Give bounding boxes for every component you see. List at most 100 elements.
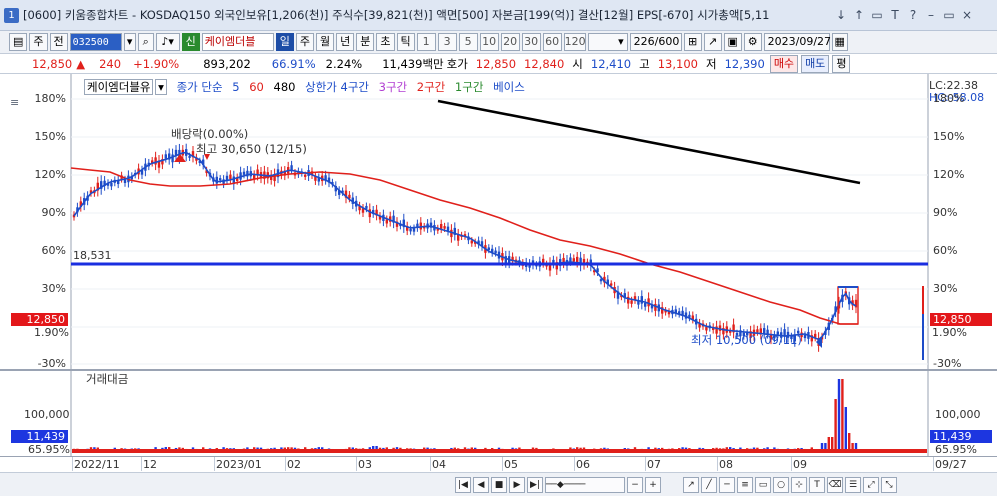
period-month[interactable]: 월: [316, 33, 335, 51]
price-chart[interactable]: [0, 74, 997, 370]
circle-tool-icon[interactable]: ○: [773, 476, 789, 493]
date-field[interactable]: 2023/09/27: [763, 33, 831, 51]
window-title: [0600] 키움종합차트 - KOSDAQ150 외국인보유[1,206(천)…: [23, 8, 770, 22]
close-icon[interactable]: ×: [959, 7, 975, 23]
zoom-in-icon[interactable]: +: [645, 476, 661, 493]
stock-code-input[interactable]: [69, 33, 122, 51]
interval-60[interactable]: 60: [542, 33, 562, 51]
next-icon[interactable]: ▶: [509, 476, 525, 493]
interval-custom-field[interactable]: ▾: [587, 33, 628, 51]
legend-stock[interactable]: 케이엠더블유: [84, 79, 154, 95]
save-icon[interactable]: ▣: [723, 33, 742, 51]
right-price-tag: 12,850: [930, 313, 992, 326]
candle-body: [487, 247, 490, 250]
stock-name-field[interactable]: 케이엠더블: [201, 33, 274, 51]
candle-body: [572, 258, 575, 262]
maximize-icon[interactable]: ▭: [941, 7, 957, 23]
volume-chart[interactable]: [0, 370, 997, 457]
last-icon[interactable]: ▶|: [527, 476, 543, 493]
eval-button[interactable]: 평: [832, 54, 851, 73]
line-tool-icon[interactable]: ╱: [701, 476, 717, 493]
trend-tool-icon[interactable]: ↗: [683, 476, 699, 493]
candle-body: [705, 326, 708, 331]
code-dropdown-icon[interactable]: ▾: [123, 33, 136, 51]
prev-icon[interactable]: ◀: [473, 476, 489, 493]
right-axis-tick: 120%: [933, 168, 965, 181]
candle-body: [470, 240, 473, 244]
period-minute[interactable]: 분: [356, 33, 375, 51]
candle-body: [229, 174, 232, 180]
candle-body: [154, 157, 157, 165]
calendar-icon[interactable]: ▦: [831, 33, 848, 51]
date-tick-mark: [502, 457, 503, 471]
stop-icon[interactable]: ■: [491, 476, 507, 493]
date-tick: 05: [504, 458, 518, 471]
market-select[interactable]: 주: [29, 33, 48, 51]
scroll-track[interactable]: ──◆────: [545, 476, 625, 493]
period-second[interactable]: 초: [376, 33, 395, 51]
interval-30[interactable]: 30: [521, 33, 541, 51]
period-day[interactable]: 일: [275, 33, 294, 51]
search-icon[interactable]: ⌕: [137, 33, 154, 51]
legend-zone1: 1구간: [454, 80, 484, 94]
legend-dropdown-icon[interactable]: ▾: [155, 79, 167, 95]
gear-icon[interactable]: ⚙: [743, 33, 762, 51]
candle-body: [803, 334, 807, 339]
volume-bar: [841, 379, 844, 453]
interval-3[interactable]: 3: [437, 33, 457, 51]
fib-tool-icon[interactable]: ≡: [737, 476, 753, 493]
rect-tool-icon[interactable]: ▭: [755, 476, 771, 493]
move-down-icon[interactable]: ↓: [833, 7, 849, 23]
draw-tool-icon[interactable]: ↗: [703, 33, 722, 51]
zoom-out-icon[interactable]: −: [627, 476, 643, 493]
collapse-panel-icon[interactable]: ⤡: [881, 476, 897, 493]
up-arrow-icon: ▲: [76, 56, 86, 71]
window-link-icon[interactable]: ▭: [869, 7, 885, 23]
help-icon[interactable]: ?: [905, 7, 921, 23]
indicator-icon[interactable]: ⊞: [683, 33, 702, 51]
trade-volume: 893,202: [203, 56, 251, 71]
settings-menu-button[interactable]: ▤: [9, 33, 28, 51]
hline-tool-icon[interactable]: ─: [719, 476, 735, 493]
list-tool-icon[interactable]: ☰: [845, 476, 861, 493]
interval-20[interactable]: 20: [500, 33, 520, 51]
erase-tool-icon[interactable]: ⌫: [827, 476, 843, 493]
cursor-tool-icon[interactable]: ⊹: [791, 476, 807, 493]
interval-120[interactable]: 120: [563, 33, 586, 51]
move-up-icon[interactable]: ↑: [851, 7, 867, 23]
left-pct-tag: 1.90%: [34, 326, 69, 339]
buy-button[interactable]: 매수: [769, 54, 799, 73]
date-tick: 02: [287, 458, 301, 471]
sound-icon[interactable]: ♪▾: [155, 33, 180, 51]
chart-legend: 케이엠더블유 ▾ 종가 단순 5 60 480 상한가 4구간 3구간 2구간 …: [84, 79, 531, 95]
legend-ma60: 60: [249, 80, 264, 94]
scroll-bar: |◀ ◀ ■ ▶ ▶| ──◆──── − + ↗ ╱ ─ ≡ ▭ ○ ⊹ T …: [0, 472, 997, 496]
period-year[interactable]: 년: [336, 33, 355, 51]
candle-body: [188, 155, 191, 158]
candle-body: [644, 302, 647, 307]
right-axis-tick: -30%: [933, 357, 962, 370]
text-tool-icon[interactable]: T: [809, 476, 825, 493]
period-week[interactable]: 주: [295, 33, 315, 51]
candle-body: [419, 222, 422, 230]
mode-select[interactable]: 전: [49, 33, 68, 51]
volume-tag-left: 11,439: [11, 430, 68, 443]
expand-icon[interactable]: ⤢: [863, 476, 879, 493]
interval-1[interactable]: 1: [416, 33, 436, 51]
interval-10[interactable]: 10: [479, 33, 499, 51]
minimize-icon[interactable]: –: [923, 7, 939, 23]
legend-ma5: 5: [232, 80, 240, 94]
sell-button[interactable]: 매도: [801, 54, 830, 73]
first-icon[interactable]: |◀: [455, 476, 471, 493]
candle-body: [440, 223, 443, 229]
bar-count-field[interactable]: 226/600: [629, 33, 682, 51]
candle-body: [290, 165, 293, 171]
right-axis-tick: 150%: [933, 130, 965, 143]
date-tick: 2022/11: [74, 458, 120, 471]
current-price: 12,850: [32, 56, 73, 71]
period-tick[interactable]: 틱: [396, 33, 415, 51]
volume-bar: [837, 379, 841, 453]
right-axis-tick: 60%: [933, 244, 958, 257]
interval-5[interactable]: 5: [458, 33, 478, 51]
text-icon[interactable]: T: [887, 7, 903, 23]
